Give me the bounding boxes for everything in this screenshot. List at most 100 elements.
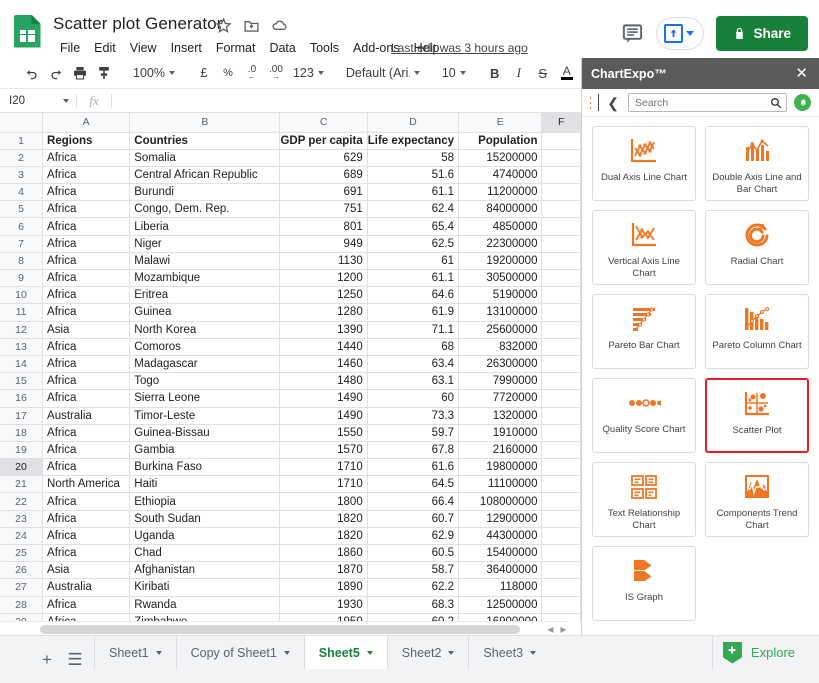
number-format-selector[interactable]: 123 (288, 61, 329, 85)
column-header-d[interactable]: D (366, 113, 460, 133)
row-header[interactable]: 6 (0, 217, 44, 236)
chart-card-scatter-plot[interactable]: Scatter Plot (705, 378, 809, 453)
cell-D18[interactable]: 59.7 (366, 423, 460, 442)
comment-icon[interactable] (621, 22, 644, 45)
menu-item-format[interactable]: Format (209, 38, 263, 58)
row-header[interactable]: 16 (0, 389, 44, 408)
chevron-down-icon[interactable] (366, 650, 373, 655)
row-header[interactable]: 25 (0, 543, 44, 563)
text-color-button[interactable]: A (555, 61, 579, 85)
cell-C24[interactable]: 1820 (279, 526, 368, 546)
present-button[interactable] (656, 17, 705, 50)
cell-E20[interactable]: 19800000 (458, 458, 543, 477)
table-row[interactable]: 12 Asia North Korea 1390 71.1 25600000 (0, 320, 581, 339)
cell-C7[interactable]: 949 (279, 234, 368, 253)
table-row[interactable]: 14 Africa Madagascar 1460 63.4 26300000 (0, 354, 581, 374)
notification-bell-icon[interactable] (794, 94, 811, 111)
cell-E12[interactable]: 25600000 (458, 320, 543, 339)
back-chevron-icon[interactable]: ❮ (605, 96, 621, 110)
row-header[interactable]: 5 (0, 200, 44, 219)
cell-B5[interactable]: Congo, Dem. Rep. (129, 200, 281, 219)
cell-F19[interactable] (541, 440, 581, 460)
cell-E18[interactable]: 1910000 (458, 423, 543, 442)
table-row[interactable]: 3 Africa Central African Republic 689 51.6 47… (0, 165, 581, 185)
chart-card-components-trend-chart[interactable]: Components Trend Chart (705, 462, 809, 537)
chart-card-double-axis-line-and-bar-chart[interactable]: Double Axis Line and Bar Chart (705, 126, 809, 201)
cell-C21[interactable]: 1710 (279, 475, 368, 494)
sheet-tab-sheet5[interactable]: Sheet5 (303, 636, 387, 669)
cell-C5[interactable]: 751 (279, 200, 368, 219)
row-header[interactable]: 12 (0, 320, 44, 339)
cell-A1[interactable]: Regions (42, 131, 131, 150)
row-header[interactable]: 27 (0, 578, 44, 597)
document-title[interactable]: Scatter plot Generator (53, 14, 222, 34)
font-family-selector[interactable]: Default (Ari... (341, 61, 425, 85)
row-header[interactable]: 22 (0, 492, 44, 511)
cell-C6[interactable]: 801 (279, 217, 368, 236)
cell-E11[interactable]: 13100000 (458, 303, 543, 322)
redo-icon[interactable] (44, 61, 68, 85)
table-row[interactable]: 5 Africa Congo, Dem. Rep. 751 62.4 84000000 (0, 200, 581, 219)
column-header-e[interactable]: E (458, 113, 543, 133)
chevron-down-icon[interactable] (283, 650, 290, 655)
move-to-folder-icon[interactable] (243, 17, 260, 34)
row-header[interactable]: 2 (0, 148, 44, 167)
cell-C13[interactable]: 1440 (279, 337, 368, 356)
formula-input[interactable] (112, 88, 581, 113)
cell-D9[interactable]: 61.1 (366, 268, 460, 288)
cell-F28[interactable] (541, 595, 581, 614)
cell-B12[interactable]: North Korea (129, 320, 281, 339)
cloud-saved-icon[interactable] (271, 17, 288, 34)
cell-F22[interactable] (541, 492, 581, 511)
cell-B24[interactable]: Uganda (129, 526, 281, 546)
column-header-f[interactable]: F (541, 113, 581, 133)
cell-D3[interactable]: 51.6 (366, 165, 460, 185)
cell-C14[interactable]: 1460 (279, 354, 368, 374)
table-row[interactable]: 25 Africa Chad 1860 60.5 15400000 (0, 543, 581, 563)
cell-E10[interactable]: 5190000 (458, 286, 543, 305)
cell-A2[interactable]: Africa (42, 148, 131, 167)
chevron-down-icon[interactable] (530, 650, 537, 655)
cell-A16[interactable]: Africa (42, 389, 131, 408)
cell-C4[interactable]: 691 (279, 183, 368, 202)
table-row[interactable]: 10 Africa Eritrea 1250 64.6 5190000 (0, 286, 581, 305)
cell-F14[interactable] (541, 354, 581, 374)
cell-C2[interactable]: 629 (279, 148, 368, 167)
cell-D2[interactable]: 58 (366, 148, 460, 167)
cell-B25[interactable]: Chad (129, 543, 281, 563)
cell-F27[interactable] (541, 578, 581, 597)
cell-F16[interactable] (541, 389, 581, 408)
cell-B28[interactable]: Rwanda (129, 595, 281, 614)
cell-F4[interactable] (541, 183, 581, 202)
cell-D29[interactable]: 60.2 (366, 612, 460, 621)
table-row[interactable]: 4 Africa Burundi 691 61.1 11200000 (0, 183, 581, 202)
cell-D13[interactable]: 68 (366, 337, 460, 356)
cell-B8[interactable]: Malawi (129, 251, 281, 271)
table-row[interactable]: 7 Africa Niger 949 62.5 22300000 (0, 234, 581, 253)
strikethrough-button[interactable]: S (531, 61, 555, 85)
cell-A25[interactable]: Africa (42, 543, 131, 563)
cell-A9[interactable]: Africa (42, 268, 131, 288)
cell-C23[interactable]: 1820 (279, 509, 368, 528)
cell-B17[interactable]: Timor-Leste (129, 406, 281, 425)
cell-B29[interactable]: Zimbabwe (129, 612, 281, 621)
row-header[interactable]: 13 (0, 337, 44, 356)
cell-C16[interactable]: 1490 (279, 389, 368, 408)
cell-E22[interactable]: 108000000 (458, 492, 543, 511)
table-row[interactable]: 21 North America Haiti 1710 64.5 11100000 (0, 475, 581, 494)
increase-decimal-button[interactable]: .00 → (264, 61, 288, 85)
table-row[interactable]: 27 Australia Kiribati 1890 62.2 118000 (0, 578, 581, 597)
table-row[interactable]: 11 Africa Guinea 1280 61.9 13100000 (0, 303, 581, 322)
cell-C11[interactable]: 1280 (279, 303, 368, 322)
cell-A23[interactable]: Africa (42, 509, 131, 528)
cell-F24[interactable] (541, 526, 581, 546)
row-header[interactable]: 8 (0, 251, 44, 271)
chart-card-text-relationship-chart[interactable]: Text Relationship Chart (592, 462, 696, 537)
table-row[interactable]: 16 Africa Sierra Leone 1490 60 7720000 (0, 389, 581, 408)
menu-item-file[interactable]: File (53, 38, 87, 58)
cell-F20[interactable] (541, 458, 581, 477)
cell-A27[interactable]: Australia (42, 578, 131, 597)
cell-D11[interactable]: 61.9 (366, 303, 460, 322)
font-size-selector[interactable]: 10 (437, 61, 471, 85)
cell-F9[interactable] (541, 268, 581, 288)
